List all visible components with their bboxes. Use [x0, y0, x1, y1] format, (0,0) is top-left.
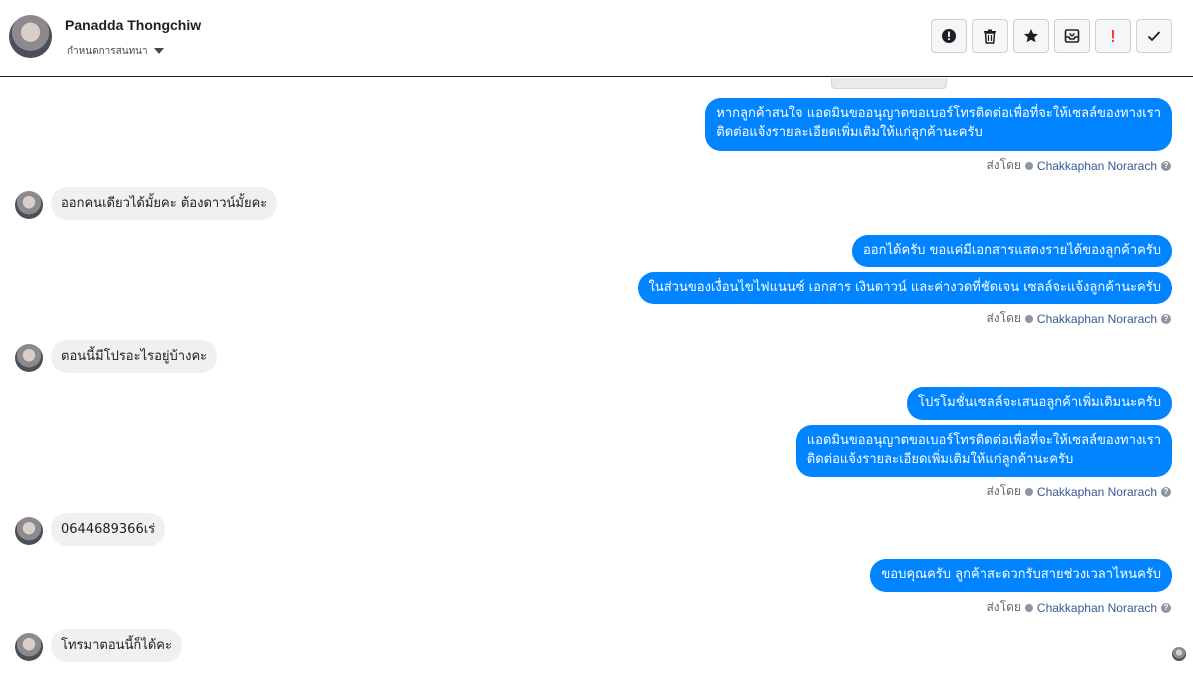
message-outgoing[interactable]: แอดมินขออนุญาตขอเบอร์โทรติดต่อเพื่อที่จะ…: [795, 425, 1172, 477]
message-text: ตอนนี้มีโปรอะไรอยู่บ้างคะ: [61, 349, 208, 364]
contact-avatar[interactable]: [9, 15, 52, 58]
action-toolbar: [931, 19, 1172, 53]
help-icon[interactable]: ?: [1161, 313, 1171, 324]
message-thread[interactable]: หากลูกค้าสนใจ แอดมินขออนุญาตขอเบอร์โทรติ…: [0, 78, 1193, 691]
archive-button[interactable]: [1054, 19, 1090, 53]
verified-icon: [1024, 314, 1033, 323]
conversation-header: Panadda Thongchiw กำหนดการสนทนา: [0, 0, 1193, 77]
message-text: ติดต่อแจ้งรายละเอียดเพิ่มเติมให้แก่ลูกค้…: [806, 452, 1074, 467]
verified-icon: [1024, 161, 1033, 170]
message-incoming[interactable]: 0644689366เร่: [51, 513, 166, 546]
agent-name-link[interactable]: Chakkaphan Norarach: [1037, 159, 1157, 173]
help-icon[interactable]: ?: [1161, 160, 1171, 171]
message-outgoing[interactable]: ในส่วนของเงื่อนไขไฟแนนซ์ เอกสาร เงินดาวน…: [637, 272, 1172, 304]
mark-done-button[interactable]: [1136, 19, 1172, 53]
sent-by-prefix: ส่งโดย: [986, 600, 1021, 614]
message-text: ในส่วนของเงื่อนไขไฟแนนซ์ เอกสาร เงินดาวน…: [648, 280, 1161, 295]
alert-circle-icon: [942, 29, 956, 43]
message-incoming[interactable]: ออกคนเดียวได้มั้ยคะ ต้องดาวน์มั้ยคะ: [51, 187, 278, 220]
contact-avatar-small: [15, 517, 43, 545]
agent-name-link[interactable]: Chakkaphan Norarach: [1037, 601, 1157, 615]
star-icon: [1024, 29, 1038, 43]
verified-icon: [1024, 603, 1033, 612]
priority-icon: [1112, 30, 1114, 42]
star-button[interactable]: [1013, 19, 1049, 53]
message-text: ติดต่อแจ้งรายละเอียดเพิ่มเติมให้แก่ลูกค้…: [716, 125, 983, 140]
caret-down-icon: [153, 48, 164, 54]
sent-by-line: ส่งโดย Chakkaphan Norarach ?: [986, 598, 1171, 617]
message-outgoing[interactable]: โปรโมชั่นเซลล์จะเสนอลูกค้าเพิ่มเติมนะครั…: [906, 387, 1172, 420]
message-outgoing[interactable]: ออกได้ครับ ขอแค่มีเอกสารแสดงรายได้ของลูก…: [852, 235, 1172, 267]
message-text: โทรมาตอนนี้ก็ได้คะ: [61, 638, 172, 653]
message-outgoing[interactable]: ขอบคุณครับ ลูกค้าสะดวกรับสายช่วงเวลาไหนค…: [870, 559, 1172, 592]
image-attachment[interactable]: [831, 78, 947, 89]
sent-by-line: ส่งโดย Chakkaphan Norarach ?: [986, 309, 1171, 328]
contact-avatar-small: [15, 344, 43, 372]
verified-icon: [1024, 487, 1033, 496]
contact-avatar-small: [15, 191, 43, 219]
sent-by-prefix: ส่งโดย: [986, 158, 1021, 172]
contact-name[interactable]: Panadda Thongchiw: [65, 17, 201, 33]
message-text: ขอบคุณครับ ลูกค้าสะดวกรับสายช่วงเวลาไหนค…: [881, 567, 1161, 582]
agent-name-link[interactable]: Chakkaphan Norarach: [1037, 312, 1157, 326]
sent-by-prefix: ส่งโดย: [986, 311, 1021, 325]
delete-button[interactable]: [972, 19, 1008, 53]
message-text: หากลูกค้าสนใจ แอดมินขออนุญาตขอเบอร์โทรติ…: [716, 106, 1161, 121]
message-text: 0644689366เร่: [61, 522, 156, 537]
message-outgoing[interactable]: หากลูกค้าสนใจ แอดมินขออนุญาตขอเบอร์โทรติ…: [705, 98, 1172, 151]
contact-avatar-small: [15, 633, 43, 661]
archive-icon: [1064, 29, 1080, 43]
help-icon[interactable]: ?: [1161, 602, 1171, 613]
sent-by-line: ส่งโดย Chakkaphan Norarach ?: [986, 482, 1171, 501]
report-button[interactable]: [931, 19, 967, 53]
help-icon[interactable]: ?: [1161, 486, 1171, 497]
message-text: โปรโมชั่นเซลล์จะเสนอลูกค้าเพิ่มเติมนะครั…: [917, 395, 1161, 410]
sent-by-line: ส่งโดย Chakkaphan Norarach ?: [986, 156, 1171, 175]
conversation-label-dropdown[interactable]: กำหนดการสนทนา: [67, 44, 164, 59]
agent-name-link[interactable]: Chakkaphan Norarach: [1037, 485, 1157, 499]
message-text: ออกคนเดียวได้มั้ยคะ ต้องดาวน์มั้ยคะ: [61, 196, 268, 211]
message-text: ออกได้ครับ ขอแค่มีเอกสารแสดงรายได้ของลูก…: [863, 243, 1161, 258]
trash-icon: [984, 29, 996, 44]
message-text: แอดมินขออนุญาตขอเบอร์โทรติดต่อเพื่อที่จะ…: [806, 433, 1161, 448]
label-dropdown-text: กำหนดการสนทนา: [67, 46, 148, 57]
message-incoming[interactable]: ตอนนี้มีโปรอะไรอยู่บ้างคะ: [51, 340, 218, 373]
sent-by-prefix: ส่งโดย: [986, 484, 1021, 498]
priority-button[interactable]: [1095, 19, 1131, 53]
check-icon: [1147, 31, 1161, 42]
seen-indicator-avatar: [1172, 647, 1186, 661]
message-incoming[interactable]: โทรมาตอนนี้ก็ได้คะ: [51, 629, 182, 662]
